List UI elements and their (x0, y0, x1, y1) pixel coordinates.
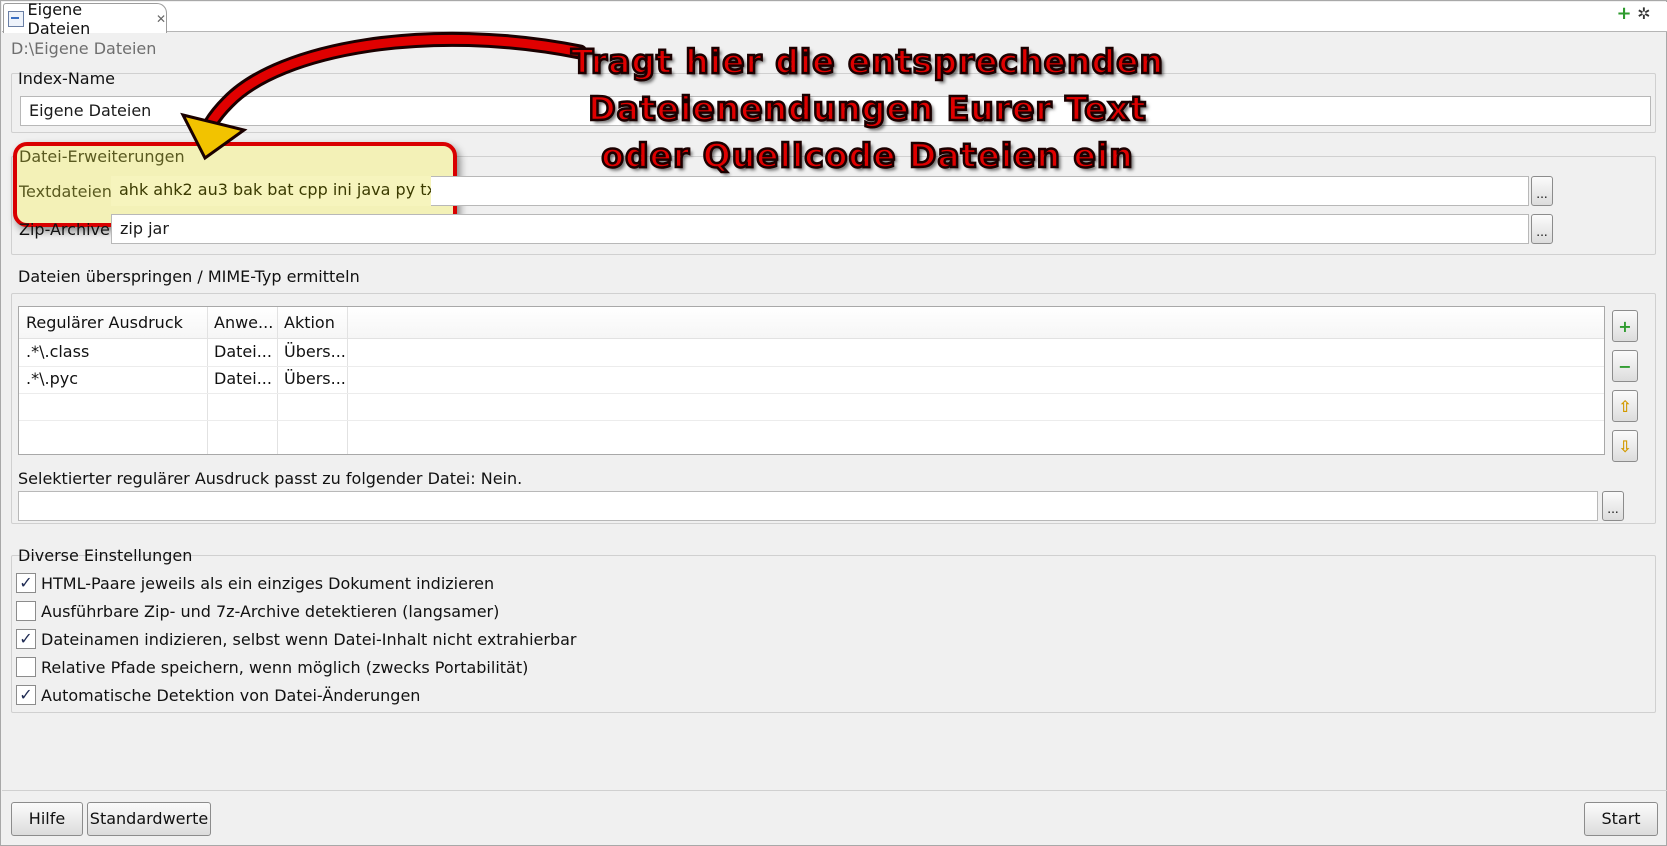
table-cell: Übers... (284, 369, 346, 388)
table-cell: Datei... (214, 342, 272, 361)
zip-archives-input[interactable]: zip jar (111, 214, 1529, 244)
zip-archives-browse-button[interactable]: ... (1531, 214, 1553, 244)
checkbox[interactable] (16, 657, 36, 677)
column-header-regex[interactable]: Regulärer Ausdruck (19, 308, 207, 338)
checkbox-label[interactable]: Dateinamen indizieren, selbst wenn Datei… (41, 630, 577, 649)
start-button[interactable]: Start (1584, 802, 1658, 836)
table-cell: .*\.class (26, 342, 90, 361)
row-divider (19, 420, 1604, 421)
checkbox-label[interactable]: HTML-Paare jeweils als ein einziges Doku… (41, 574, 494, 593)
column-header-action[interactable]: Aktion (277, 308, 347, 338)
checkbox-label[interactable]: Ausführbare Zip- und 7z-Archive detektie… (41, 602, 499, 621)
table-row[interactable]: .*\.pyc Datei... Übers... (19, 366, 1604, 393)
move-down-button[interactable]: ⇩ (1612, 430, 1638, 462)
column-header-apply[interactable]: Anwe... (207, 308, 277, 338)
callout-line: Dateienendungen Eurer Text (587, 88, 1147, 130)
text-files-label: Textdateien: (19, 182, 118, 201)
misc-settings-label: Diverse Einstellungen (18, 546, 193, 565)
footer-divider (2, 790, 1667, 791)
file-extensions-label: Datei-Erweiterungen (19, 147, 185, 166)
skip-files-label: Dateien überspringen / MIME-Typ ermittel… (18, 267, 360, 286)
help-button[interactable]: Hilfe (11, 802, 83, 836)
table-cell: Übers... (284, 342, 346, 361)
checkbox[interactable]: ✓ (16, 573, 36, 593)
add-rule-button[interactable]: + (1612, 310, 1638, 342)
callout-text: Tragt hier die entsprechenden Dateienend… (565, 38, 1170, 179)
checkbox[interactable] (16, 601, 36, 621)
text-files-browse-button[interactable]: ... (1531, 176, 1553, 206)
checkbox[interactable]: ✓ (16, 629, 36, 649)
remove-rule-button[interactable]: − (1612, 350, 1638, 382)
checkbox-label[interactable]: Automatische Detektion von Datei-Änderun… (41, 686, 420, 705)
defaults-button[interactable]: Standardwerte (87, 802, 211, 836)
close-icon[interactable]: ✕ (156, 12, 166, 26)
document-icon (8, 10, 24, 27)
text-files-input-rest[interactable] (431, 176, 1529, 206)
skip-rules-table[interactable]: Regulärer Ausdruck Anwe... Aktion .*\.cl… (18, 306, 1605, 455)
callout-line: oder Quellcode Dateien ein (600, 135, 1134, 177)
add-icon[interactable]: + (1615, 5, 1633, 23)
callout-line: Tragt hier die entsprechenden (570, 41, 1165, 83)
table-row[interactable]: .*\.class Datei... Übers... (19, 339, 1604, 366)
regex-match-status: Selektierter regulärer Ausdruck passt zu… (18, 469, 523, 488)
table-cell: Datei... (214, 369, 272, 388)
test-file-browse-button[interactable]: ... (1602, 491, 1624, 521)
test-file-input[interactable] (18, 491, 1598, 521)
table-cell: .*\.pyc (26, 369, 78, 388)
checkbox-label[interactable]: Relative Pfade speichern, wenn möglich (… (41, 658, 528, 677)
zip-archives-label: Zip-Archive: (19, 220, 116, 239)
maximize-icon[interactable]: ✲ (1635, 5, 1653, 23)
move-up-button[interactable]: ⇧ (1612, 390, 1638, 422)
index-path: D:\Eigene Dateien (11, 39, 157, 58)
text-files-value[interactable]: ahk ahk2 au3 bak bat cpp ini java py txt (111, 176, 431, 206)
index-name-label: Index-Name (18, 69, 116, 88)
tab-eigene-dateien[interactable]: Eigene Dateien ✕ (3, 0, 167, 38)
tab-title: Eigene Dateien (27, 0, 91, 38)
tab-bar (2, 2, 1667, 32)
checkbox[interactable]: ✓ (16, 685, 36, 705)
